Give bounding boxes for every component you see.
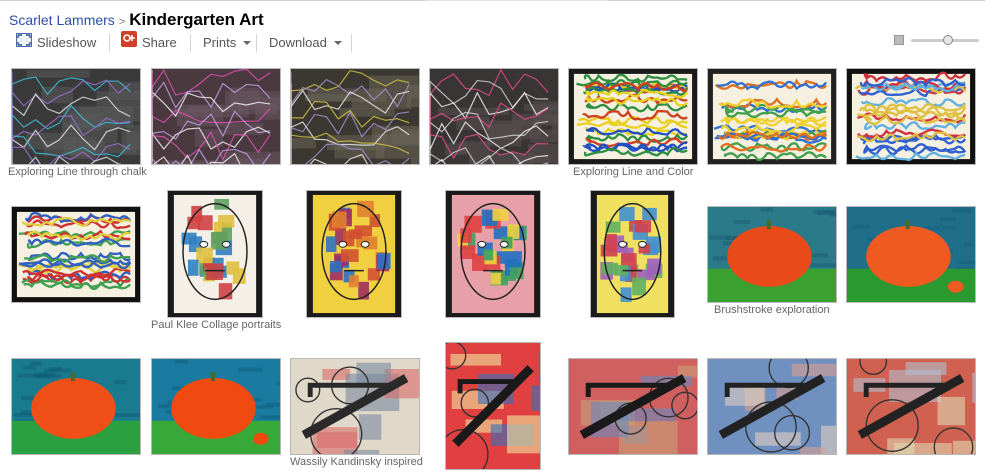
photo-grid: Exploring Line through chalk Exploring Li…: [0, 64, 985, 474]
breadcrumb: Scarlet Lammers > Kindergarten Art: [9, 10, 264, 32]
photo-klee-portrait-2[interactable]: [306, 190, 402, 318]
photo-image: [591, 191, 674, 317]
photo-image: [291, 359, 419, 454]
photo-chalk-lines-4[interactable]: [429, 68, 559, 165]
toolbar-divider: [256, 34, 257, 52]
photo-image: [152, 69, 280, 164]
photo-klee-portrait-4[interactable]: [590, 190, 675, 318]
toolbar-divider: [190, 34, 191, 52]
photo-klee-portrait-3[interactable]: [445, 190, 541, 318]
photo-kandinsky-4[interactable]: [707, 358, 837, 455]
photo-line-color-2[interactable]: [707, 68, 837, 165]
photo-brushstroke-1[interactable]: [707, 206, 837, 303]
download-label: Download: [269, 35, 327, 50]
share-button[interactable]: Share: [121, 31, 177, 54]
photo-caption: Exploring Line through chalk: [8, 166, 147, 178]
prints-label: Prints: [203, 35, 237, 50]
photo-image: [291, 69, 419, 164]
photo-line-color-4[interactable]: [11, 206, 141, 303]
photo-image: [708, 359, 836, 454]
photo-image: [168, 191, 262, 317]
slideshow-button[interactable]: Slideshow: [16, 32, 96, 54]
photo-image: [708, 207, 836, 302]
photo-brushstroke-2[interactable]: [846, 206, 976, 303]
prints-menu-button[interactable]: Prints: [203, 32, 252, 54]
album-title: Kindergarten Art: [129, 10, 264, 29]
photo-image: [708, 69, 836, 164]
photo-kandinsky-3[interactable]: [568, 358, 698, 455]
download-menu-button[interactable]: Download: [269, 32, 342, 54]
photo-image: [430, 69, 558, 164]
photo-caption: Paul Klee Collage portraits: [151, 319, 282, 331]
photo-image: [847, 69, 975, 164]
photo-caption: Brushstroke exploration: [714, 304, 830, 316]
photo-image: [12, 69, 140, 164]
photo-image: [847, 207, 975, 302]
photo-brushstroke-3[interactable]: [11, 358, 141, 455]
photo-chalk-lines-2[interactable]: [151, 68, 281, 165]
photo-image: [446, 191, 540, 317]
photo-image: [847, 359, 975, 454]
photo-kandinsky-1[interactable]: [290, 358, 420, 455]
breadcrumb-owner-link[interactable]: Scarlet Lammers: [9, 12, 115, 28]
chevron-down-icon: [333, 40, 342, 45]
photo-image: [307, 191, 401, 317]
breadcrumb-separator: >: [118, 16, 126, 28]
photo-line-color-3[interactable]: [846, 68, 976, 165]
toolbar-divider: [109, 34, 110, 52]
slideshow-label: Slideshow: [37, 35, 97, 50]
zoom-control: [894, 34, 985, 48]
toolbar-divider: [351, 34, 352, 52]
chevron-down-icon: [243, 40, 252, 45]
photo-image: [569, 69, 697, 164]
photo-brushstroke-4[interactable]: [151, 358, 281, 455]
photo-image: [12, 359, 140, 454]
photo-caption: Wassily Kandinsky inspired: [290, 456, 423, 468]
photo-chalk-lines-3[interactable]: [290, 68, 420, 165]
thumbnail-size-icon: [894, 35, 904, 45]
photo-caption: Exploring Line and Color: [573, 166, 694, 178]
photo-line-color-1[interactable]: [568, 68, 698, 165]
fullscreen-icon: [16, 32, 32, 54]
photo-kandinsky-2[interactable]: [445, 342, 541, 470]
zoom-slider-handle[interactable]: [943, 35, 954, 45]
header-rule: [0, 0, 985, 1]
photo-image: [12, 207, 140, 302]
photo-image: [446, 343, 540, 469]
photo-chalk-lines-1[interactable]: [11, 68, 141, 165]
photo-klee-portrait-1[interactable]: [167, 190, 263, 318]
photo-kandinsky-5[interactable]: [846, 358, 976, 455]
photo-image: [569, 359, 697, 454]
share-label: Share: [142, 35, 177, 50]
google-plus-icon: [121, 31, 137, 54]
photo-image: [152, 359, 280, 454]
